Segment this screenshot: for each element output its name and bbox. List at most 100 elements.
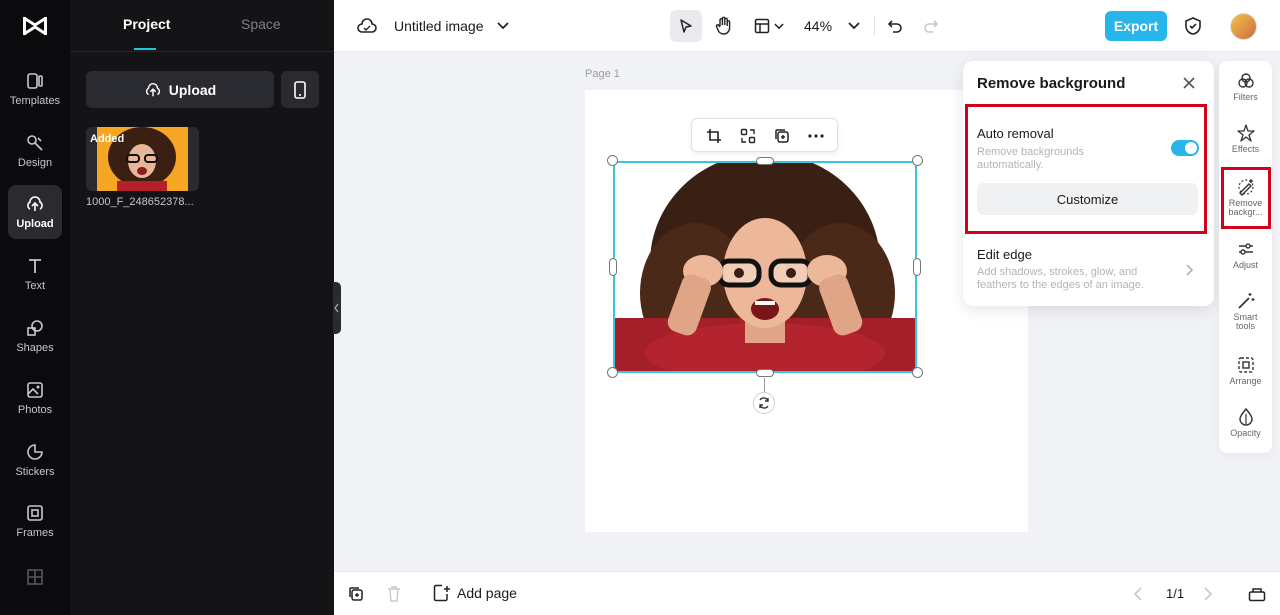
- tool-label: Arrange: [1229, 376, 1262, 386]
- tab-project[interactable]: Project: [123, 16, 170, 32]
- capcut-logo-icon[interactable]: [22, 14, 48, 38]
- resize-handle-right[interactable]: [913, 258, 921, 276]
- add-page-button[interactable]: Add page: [433, 584, 517, 602]
- rail-item-label: Design: [17, 157, 53, 169]
- previous-page-button[interactable]: [1130, 586, 1146, 602]
- close-icon[interactable]: [1182, 76, 1196, 90]
- rail-item-shapes[interactable]: Shapes: [8, 309, 62, 363]
- project-panel: Project Space Upload Added 1000_F_248652…: [70, 0, 334, 615]
- tool-label: Adjust: [1232, 260, 1258, 270]
- undo-button[interactable]: [884, 15, 906, 37]
- more-options-button[interactable]: [806, 126, 826, 146]
- panel-collapse-handle[interactable]: [333, 282, 341, 334]
- crop-icon: [707, 129, 721, 143]
- resize-handle-bottom-right[interactable]: [912, 367, 923, 378]
- media-thumbnail[interactable]: Added: [86, 127, 199, 191]
- page-panel-button[interactable]: [1247, 585, 1267, 603]
- crop-button[interactable]: [704, 126, 724, 146]
- duplicate-page-button[interactable]: [347, 585, 365, 603]
- chevron-left-icon: [334, 303, 339, 313]
- user-avatar[interactable]: [1230, 13, 1257, 40]
- rail-item-upload[interactable]: Upload: [8, 185, 62, 239]
- panel-tabs: Project Space: [70, 0, 334, 52]
- media-filename: 1000_F_248652378...: [86, 196, 194, 208]
- replace-icon: [740, 128, 756, 144]
- title-menu-button[interactable]: [494, 17, 512, 35]
- tool-smart-tools[interactable]: Smart tools: [1219, 292, 1272, 331]
- resize-handle-top-left[interactable]: [607, 155, 618, 166]
- duplicate-icon: [775, 129, 789, 143]
- next-page-button[interactable]: [1200, 586, 1216, 602]
- zoom-level[interactable]: 44%: [804, 18, 832, 34]
- tool-label: Filters: [1233, 92, 1258, 102]
- hand-tool-button[interactable]: [712, 14, 736, 38]
- more-icon: [808, 134, 824, 138]
- select-tool-button[interactable]: [670, 10, 702, 42]
- cloud-icon: [357, 18, 377, 33]
- auto-removal-toggle[interactable]: [1171, 140, 1199, 156]
- document-title[interactable]: Untitled image: [394, 18, 484, 34]
- design-icon: [27, 135, 43, 151]
- rail-item-templates[interactable]: Templates: [8, 62, 62, 116]
- delete-page-button[interactable]: [385, 585, 403, 603]
- adjust-icon: [1238, 243, 1253, 255]
- upload-button[interactable]: Upload: [86, 71, 274, 108]
- rail-item-design[interactable]: Design: [8, 124, 62, 178]
- rail-item-label: Upload: [16, 218, 54, 230]
- remove-background-panel: Remove background Auto removal Remove ba…: [963, 61, 1214, 306]
- replace-button[interactable]: [738, 126, 758, 146]
- rail-item-more[interactable]: [8, 558, 62, 612]
- left-rail: Templates Design Upload Text Shapes Phot…: [0, 0, 70, 615]
- rotate-button[interactable]: [753, 392, 775, 414]
- resize-handle-top-right[interactable]: [912, 155, 923, 166]
- redo-button[interactable]: [920, 15, 942, 37]
- chevron-left-icon: [1133, 587, 1142, 601]
- tab-space[interactable]: Space: [241, 16, 281, 32]
- tool-adjust[interactable]: Adjust: [1219, 240, 1272, 270]
- undo-icon: [887, 20, 902, 33]
- cloud-upload-icon: [145, 82, 160, 96]
- tool-filters[interactable]: Filters: [1219, 72, 1272, 102]
- rail-item-text[interactable]: Text: [8, 247, 62, 301]
- filters-icon: [1237, 73, 1254, 88]
- chevron-down-icon: [497, 22, 509, 30]
- resize-handle-bottom-left[interactable]: [607, 367, 618, 378]
- zoom-menu-button[interactable]: [846, 17, 862, 35]
- text-icon: [29, 259, 41, 273]
- tool-remove-background[interactable]: Remove backgr...: [1219, 178, 1272, 217]
- cloud-sync-button[interactable]: [356, 15, 378, 37]
- mobile-upload-button[interactable]: [281, 71, 319, 108]
- rail-item-stickers[interactable]: Stickers: [8, 433, 62, 487]
- right-tool-strip: Filters Effects Remove backgr... Adjust …: [1219, 61, 1272, 453]
- rail-item-photos[interactable]: Photos: [8, 371, 62, 425]
- tool-effects[interactable]: Effects: [1219, 124, 1272, 154]
- effects-icon: [1236, 124, 1255, 142]
- selected-image[interactable]: [613, 161, 917, 373]
- rail-item-frames[interactable]: Frames: [8, 494, 62, 548]
- pages-icon: [1248, 588, 1266, 602]
- chevron-right-icon[interactable]: [1183, 263, 1195, 277]
- resize-handle-top[interactable]: [756, 157, 774, 165]
- customize-button[interactable]: Customize: [977, 183, 1198, 215]
- resize-handle-left[interactable]: [609, 258, 617, 276]
- tool-opacity[interactable]: Opacity: [1219, 408, 1272, 438]
- rail-item-label: Photos: [17, 404, 53, 416]
- image-floating-toolbar: [691, 118, 838, 152]
- rotate-icon: [759, 397, 769, 409]
- added-badge: Added: [90, 133, 125, 145]
- layout-menu-button[interactable]: [751, 14, 787, 38]
- add-page-icon: [433, 584, 450, 602]
- magic-wand-icon: [1237, 293, 1254, 309]
- edit-edge-title[interactable]: Edit edge: [977, 247, 1032, 262]
- duplicate-button[interactable]: [772, 126, 792, 146]
- chevron-down-icon: [848, 22, 860, 30]
- export-button[interactable]: Export: [1105, 11, 1167, 41]
- stickers-icon: [27, 444, 43, 460]
- security-button[interactable]: [1182, 15, 1204, 37]
- tool-arrange[interactable]: Arrange: [1219, 356, 1272, 386]
- resize-handle-bottom[interactable]: [756, 369, 774, 377]
- upload-button-label: Upload: [168, 81, 217, 98]
- rail-item-label: Templates: [9, 95, 61, 107]
- frames-icon: [27, 505, 43, 521]
- arrange-icon: [1237, 357, 1254, 373]
